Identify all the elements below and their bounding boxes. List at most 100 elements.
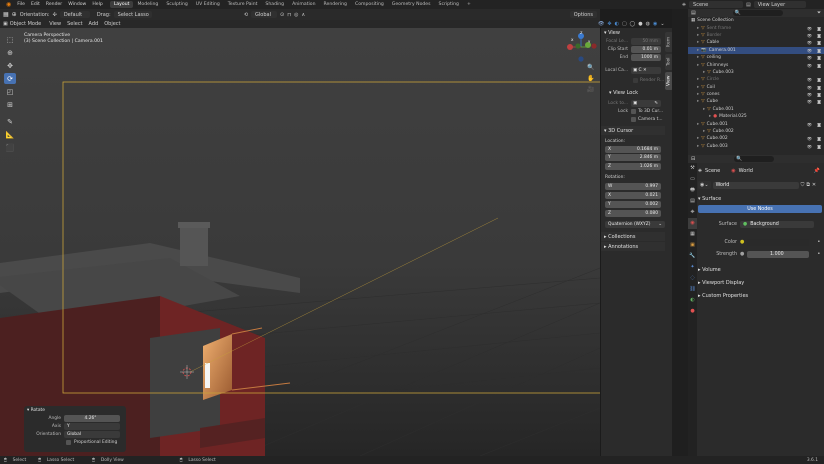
tab-modeling[interactable]: Modeling	[133, 1, 162, 8]
visibility-eye-icon[interactable]: 👁	[807, 92, 812, 97]
menu-file[interactable]: File	[14, 2, 28, 7]
outliner-item[interactable]: ▸ ● Material.025	[688, 113, 824, 120]
drag-dropdown[interactable]: Select Lasso	[113, 11, 152, 18]
render-camera-icon[interactable]: ◙	[817, 48, 821, 53]
visibility-eye-icon[interactable]: 👁	[807, 85, 812, 90]
tab-geometry-nodes[interactable]: Geometry Nodes	[388, 1, 435, 8]
outliner-item[interactable]: ▸ ▽ Sent frame 👁 ◙	[688, 24, 824, 31]
expand-arrow-icon[interactable]: ▸	[697, 136, 699, 141]
outliner-item[interactable]: ▸ ▽ Chimneys 👁 ◙	[688, 61, 824, 68]
outliner-item[interactable]: ▸ ▽ Circle 👁 ◙	[688, 76, 824, 83]
lock-to-cursor-checkbox[interactable]	[631, 108, 636, 114]
tab-shading[interactable]: Shading	[261, 1, 288, 8]
axis-dropdown[interactable]: Y	[64, 422, 120, 430]
view-layer-tab-icon[interactable]: ▤	[688, 196, 697, 207]
overlay-toggle-icon[interactable]: ◐	[615, 21, 619, 27]
visibility-eye-icon[interactable]: 👁	[807, 48, 812, 53]
render-camera-icon[interactable]: ◙	[817, 136, 821, 141]
xray-icon[interactable]: ▢	[622, 21, 627, 27]
scene-selector[interactable]: Scene	[689, 1, 744, 8]
expand-arrow-icon[interactable]: ▸	[697, 144, 699, 149]
outliner-item[interactable]: ▸ ▽ Cable 👁 ◙	[688, 39, 824, 46]
outliner-item[interactable]: ▸ ▽ cones 👁 ◙	[688, 91, 824, 98]
solid-shading-icon[interactable]: ●	[638, 21, 642, 27]
modifier-tab-icon[interactable]: 🔧	[688, 251, 697, 262]
tab-layout[interactable]: Layout	[109, 1, 134, 8]
gizmo-toggle-icon[interactable]: ✥	[607, 21, 611, 27]
expand-arrow-icon[interactable]: ▸	[697, 48, 699, 53]
world-tab-icon[interactable]: ◉	[688, 218, 697, 229]
orientation-dropdown-redo[interactable]: Global	[64, 430, 120, 438]
cursor-rotation-w[interactable]: W 0.997	[605, 182, 661, 190]
move-tool-icon[interactable]: ✥	[4, 60, 16, 71]
outliner-item[interactable]: ▸ ▽ Border 👁 ◙	[688, 32, 824, 39]
tab-sculpting[interactable]: Sculpting	[162, 1, 191, 8]
view-layer-selector[interactable]: View Layer	[753, 1, 806, 8]
select-tool-icon[interactable]: ⬚	[4, 34, 16, 45]
visibility-eye-icon[interactable]: 👁	[807, 144, 812, 149]
tab-uv-editing[interactable]: UV Editing	[192, 1, 224, 8]
tab-compositing[interactable]: Compositing	[351, 1, 388, 8]
tab-animation[interactable]: Animation	[288, 1, 319, 8]
menu-add[interactable]: Add	[87, 21, 101, 27]
cursor-rotation-z[interactable]: Z 0.080	[605, 209, 661, 217]
render-camera-icon[interactable]: ◙	[817, 63, 821, 68]
material-shading-icon[interactable]: ◍	[646, 21, 650, 27]
visibility-eye-icon[interactable]: 👁	[807, 40, 812, 45]
expand-arrow-icon[interactable]: ▸	[697, 63, 699, 68]
transform-icon[interactable]: ⊕	[12, 11, 17, 18]
keyframe-dot-icon[interactable]: •	[817, 251, 820, 257]
tab-rendering[interactable]: Rendering	[320, 1, 351, 8]
tab-scripting[interactable]: Scripting	[435, 1, 463, 8]
options-dropdown[interactable]: Options	[569, 11, 597, 18]
outliner-item[interactable]: ▸ ▽ Cube.002 👁 ◙	[688, 135, 824, 142]
world-name-field[interactable]: World	[712, 181, 799, 189]
zoom-icon[interactable]: 🔍	[587, 64, 594, 71]
outliner-item[interactable]: ▸ ▽ Cube.001 👁 ◙	[688, 120, 824, 127]
clip-end-field[interactable]: 1000 m	[631, 53, 661, 61]
expand-arrow-icon[interactable]: ▸	[703, 107, 705, 112]
mode-dropdown[interactable]: Object Mode	[10, 21, 42, 27]
rendered-shading-icon[interactable]: ◉	[653, 21, 657, 27]
physics-tab-icon[interactable]: ◌	[688, 273, 697, 284]
transform-tool-icon[interactable]: ⊞	[4, 99, 16, 110]
cursor-tool-icon[interactable]: ⊕	[4, 47, 16, 58]
expand-arrow-icon[interactable]: ▸	[697, 85, 699, 90]
add-workspace-button[interactable]: +	[463, 1, 475, 8]
object-tab-icon[interactable]: ▣	[688, 240, 697, 251]
add-cube-tool-icon[interactable]: ⬛	[4, 142, 16, 153]
expand-arrow-icon[interactable]: ▸	[697, 77, 699, 82]
overlay-icon[interactable]: ∧	[302, 12, 306, 18]
scale-tool-icon[interactable]: ◰	[4, 86, 16, 97]
menu-object[interactable]: Object	[102, 21, 122, 27]
properties-search-field[interactable]: 🔍	[734, 156, 775, 162]
unlink-icon[interactable]: ✕	[812, 182, 816, 188]
output-tab-icon[interactable]: 🖶	[688, 185, 697, 196]
camera-view-icon[interactable]: 🎥	[587, 86, 594, 93]
outliner-item[interactable]: ▸ ▽ Cube.002	[688, 128, 824, 135]
visibility-eye-icon[interactable]: 👁	[807, 136, 812, 141]
expand-arrow-icon[interactable]: ▸	[703, 129, 705, 134]
visibility-eye-icon[interactable]: 👁	[807, 55, 812, 60]
pivot-icon[interactable]: ⊙	[280, 12, 284, 18]
cursor-location-x[interactable]: X 0.1684 m	[605, 145, 661, 153]
cursor-location-y[interactable]: Y 2.846 m	[605, 154, 661, 161]
use-nodes-button[interactable]: Use Nodes	[698, 205, 822, 213]
render-camera-icon[interactable]: ◙	[817, 40, 821, 45]
tab-texture-paint[interactable]: Texture Paint	[224, 1, 262, 8]
render-tab-icon[interactable]: ▭	[688, 174, 697, 185]
outliner-item[interactable]: ▸ ▽ Cube.003 👁 ◙	[688, 143, 824, 150]
material-tab-icon[interactable]: ●	[688, 306, 697, 317]
constraints-tab-icon[interactable]: ⛓	[688, 284, 697, 295]
cursor-location-z[interactable]: Z 1.026 m	[605, 162, 661, 170]
render-camera-icon[interactable]: ◙	[817, 55, 821, 60]
proportional-icon[interactable]: ◎	[294, 12, 298, 18]
lock-to-object-field[interactable]: ▣ ✎	[631, 99, 661, 107]
collection-tab-icon[interactable]: ▦	[688, 229, 697, 240]
expand-arrow-icon[interactable]: ▸	[697, 99, 699, 104]
expand-arrow-icon[interactable]: ▸	[697, 92, 699, 97]
properties-editor-icon[interactable]: ⊟	[691, 156, 695, 162]
outliner-display-icon[interactable]: ▤	[691, 10, 696, 16]
menu-select[interactable]: Select	[65, 21, 84, 27]
outliner-item[interactable]: ▸ ▽ Cube.003	[688, 69, 824, 76]
